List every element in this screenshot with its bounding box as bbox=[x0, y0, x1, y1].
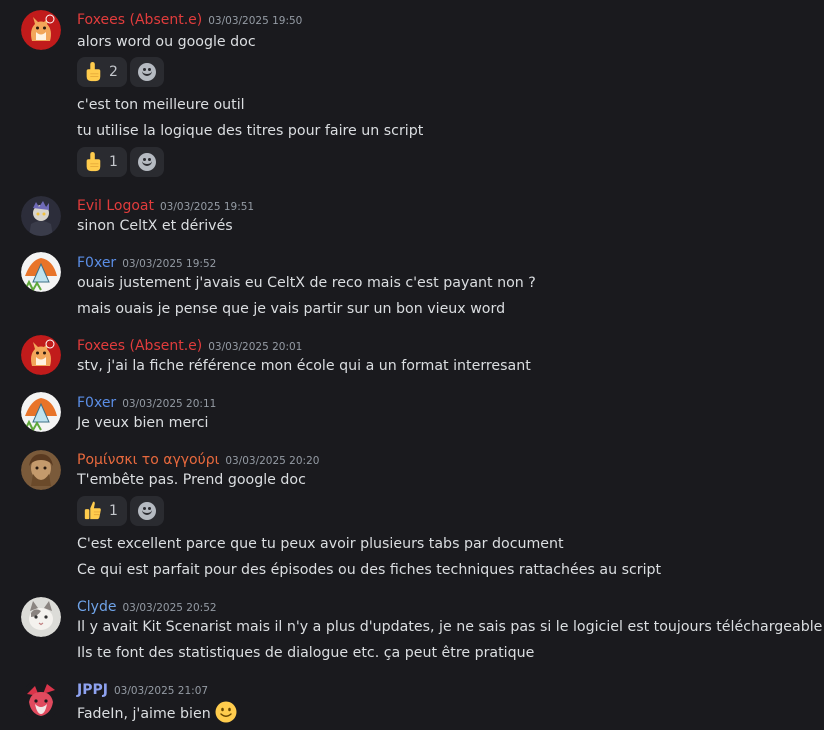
add-reaction-button[interactable] bbox=[130, 496, 164, 526]
pointing-up-hand-icon bbox=[86, 151, 101, 172]
timestamp: 03/03/2025 20:20 bbox=[225, 455, 320, 467]
timestamp: 03/03/2025 20:01 bbox=[208, 341, 303, 353]
reaction-pointing-up[interactable]: 1 bbox=[77, 147, 127, 177]
message-header: Clyde 03/03/2025 20:52 bbox=[77, 596, 217, 616]
timestamp: 03/03/2025 20:11 bbox=[122, 398, 217, 410]
chat-messages: Foxees (Absent.e) 03/03/2025 19:50 alors … bbox=[0, 0, 824, 730]
username[interactable]: Foxees (Absent.e) bbox=[77, 338, 202, 354]
avatar[interactable] bbox=[21, 450, 61, 490]
message-text: alors word ou google doc bbox=[77, 34, 256, 50]
message-text: mais ouais je pense que je vais partir s… bbox=[77, 301, 506, 317]
message-text: Je veux bien merci bbox=[77, 415, 209, 431]
username[interactable]: F0xer bbox=[77, 395, 116, 411]
avatar[interactable] bbox=[21, 196, 61, 236]
message-text: c'est ton meilleure outil bbox=[77, 97, 245, 113]
message-header: Foxees (Absent.e) 03/03/2025 19:50 bbox=[77, 9, 302, 29]
slightly-smiling-face-icon bbox=[215, 701, 237, 723]
timestamp: 03/03/2025 19:50 bbox=[208, 15, 303, 27]
message-text: sinon CeltX et dérivés bbox=[77, 218, 233, 234]
message-text: T'embête pas. Prend google doc bbox=[77, 472, 306, 488]
add-reaction-button[interactable] bbox=[130, 57, 164, 87]
smiley-icon bbox=[138, 153, 156, 171]
username[interactable]: Foxees (Absent.e) bbox=[77, 12, 202, 28]
reaction-count: 1 bbox=[109, 154, 118, 170]
avatar[interactable] bbox=[21, 680, 61, 720]
username[interactable]: Evil Logoat bbox=[77, 198, 154, 214]
add-reaction-button[interactable] bbox=[130, 147, 164, 177]
message-header: F0xer 03/03/2025 19:52 bbox=[77, 252, 216, 272]
message-header: Foxees (Absent.e) 03/03/2025 20:01 bbox=[77, 335, 302, 355]
message-header: Ρομίνσκι το αγγούρι 03/03/2025 20:20 bbox=[77, 449, 319, 469]
reaction-thumbs-up[interactable]: 1 bbox=[77, 496, 127, 526]
message-text: Il y avait Kit Scenarist mais il n'y a p… bbox=[77, 619, 823, 635]
message-text: stv, j'ai la fiche référence mon école q… bbox=[77, 358, 531, 374]
timestamp: 03/03/2025 21:07 bbox=[113, 685, 209, 697]
pointing-up-hand-icon bbox=[86, 61, 101, 82]
message-header: Evil Logoat 03/03/2025 19:51 bbox=[77, 195, 254, 215]
message-text: Ils te font des statistiques de dialogue… bbox=[77, 645, 535, 661]
username[interactable]: Clyde bbox=[77, 599, 116, 615]
message-text: C'est excellent parce que tu peux avoir … bbox=[77, 536, 564, 552]
reaction-count: 1 bbox=[109, 503, 118, 519]
timestamp: 03/03/2025 19:52 bbox=[122, 258, 217, 270]
timestamp: 03/03/2025 19:51 bbox=[160, 201, 255, 213]
avatar[interactable] bbox=[21, 252, 61, 292]
message-text: tu utilise la logique des titres pour fa… bbox=[77, 123, 424, 139]
reaction-count: 2 bbox=[109, 64, 118, 80]
message-header: F0xer 03/03/2025 20:11 bbox=[77, 392, 216, 412]
reaction-pointing-up[interactable]: 2 bbox=[77, 57, 127, 87]
avatar[interactable] bbox=[21, 10, 61, 50]
avatar[interactable] bbox=[21, 335, 61, 375]
message-header: JPPJ 03/03/2025 21:07 bbox=[77, 679, 208, 699]
username[interactable]: JPPJ bbox=[77, 682, 108, 698]
username[interactable]: Ρομίνσκι το αγγούρι bbox=[77, 452, 219, 468]
avatar[interactable] bbox=[21, 392, 61, 432]
message-text-content: FadeIn, j'aime bien bbox=[77, 706, 211, 722]
smiley-icon bbox=[138, 502, 156, 520]
timestamp: 03/03/2025 20:52 bbox=[122, 602, 217, 614]
message-text: ouais justement j'avais eu CeltX de reco… bbox=[77, 275, 536, 291]
avatar[interactable] bbox=[21, 597, 61, 637]
message-text: FadeIn, j'aime bien bbox=[77, 701, 237, 723]
smiley-icon bbox=[138, 63, 156, 81]
username[interactable]: F0xer bbox=[77, 255, 116, 271]
message-text: Ce qui est parfait pour des épisodes ou … bbox=[77, 562, 662, 578]
thumbs-up-icon bbox=[84, 501, 102, 520]
